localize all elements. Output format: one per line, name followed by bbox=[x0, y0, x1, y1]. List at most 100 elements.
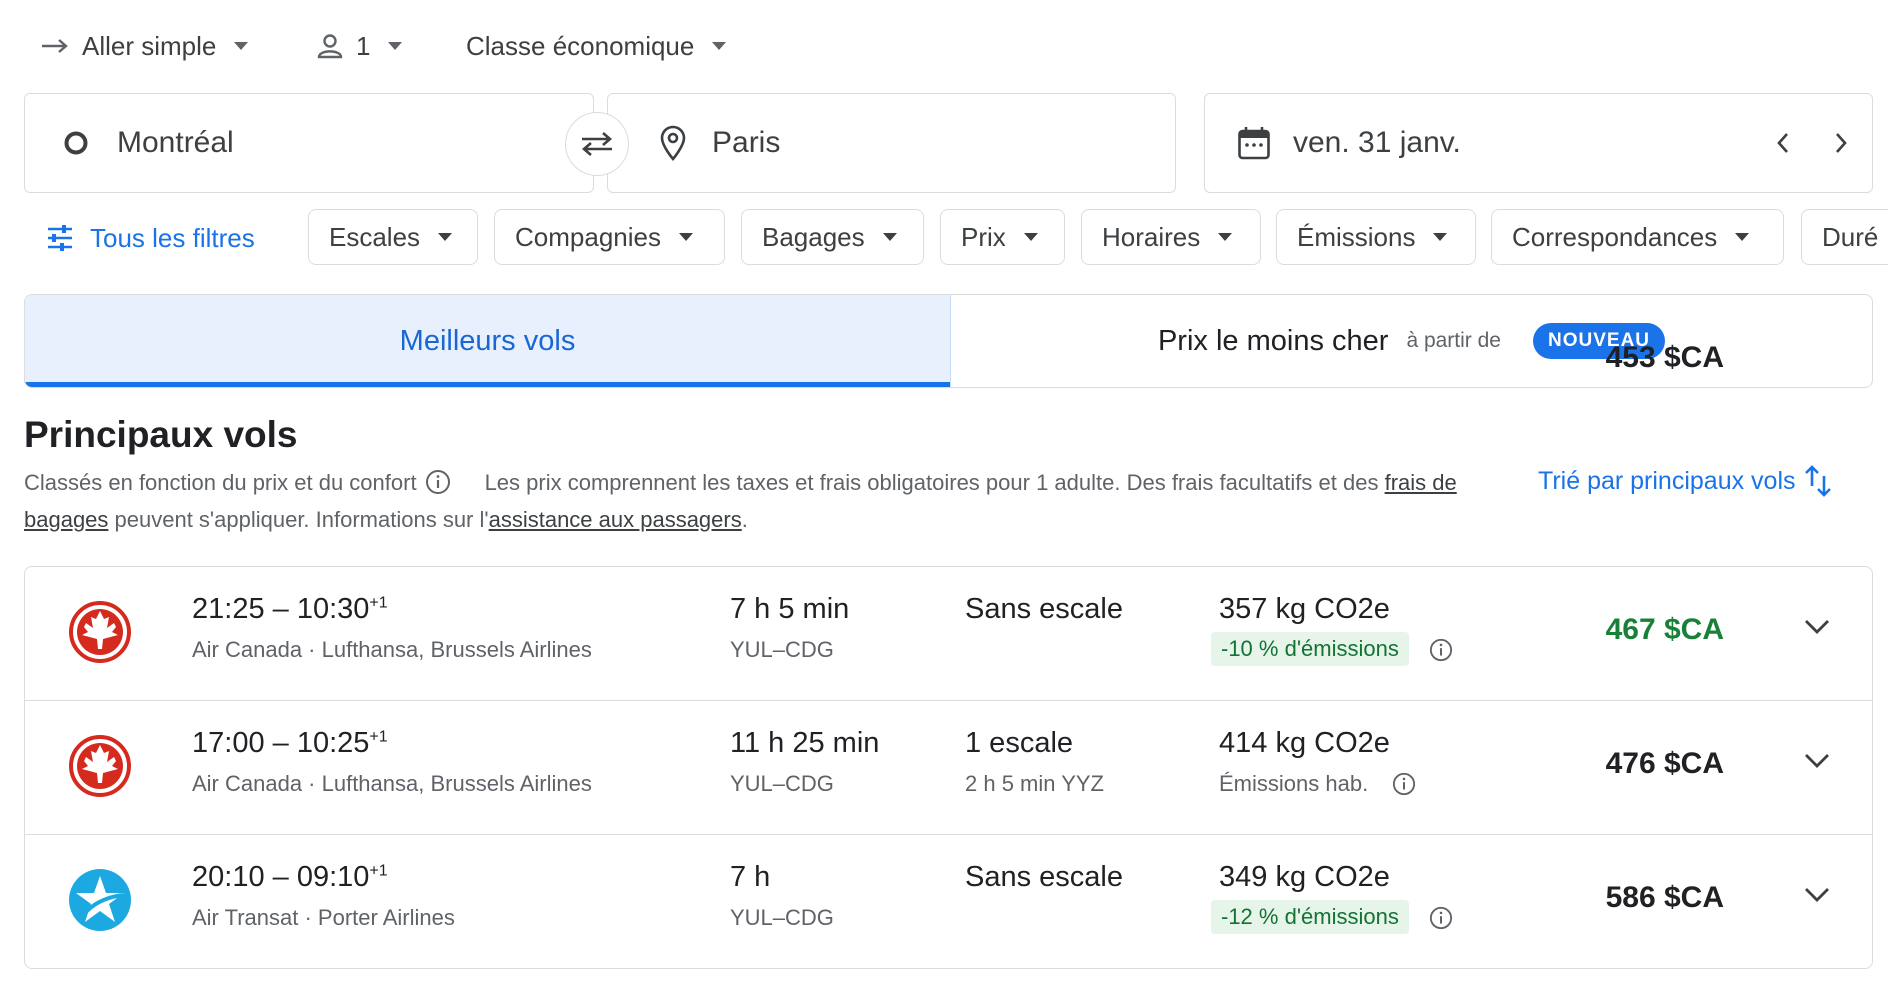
duration: 11 h 25 min bbox=[730, 727, 880, 759]
caret-down-icon bbox=[712, 42, 727, 50]
cabin-class-select[interactable]: Classe économique bbox=[466, 22, 727, 70]
info-icon bbox=[1429, 906, 1453, 930]
info-icon bbox=[425, 470, 450, 494]
price-note: . bbox=[741, 507, 748, 532]
departure-time: 21:25 bbox=[192, 593, 265, 625]
passengers-select[interactable]: 1 bbox=[316, 22, 403, 70]
chevron-down-icon bbox=[1805, 620, 1829, 634]
flight-times: 20:10 – 09:10+1 bbox=[192, 861, 388, 893]
emissions-info-button[interactable] bbox=[1429, 638, 1453, 662]
flight-times: 21:25 – 10:30+1 bbox=[192, 593, 388, 625]
day-offset: +1 bbox=[369, 728, 388, 746]
caret-down-icon bbox=[388, 42, 403, 50]
flight-results-list: 21:25 – 10:30+1 Air Canada · Lufthansa, … bbox=[24, 566, 1873, 969]
tab-best-flights[interactable]: Meilleurs vols bbox=[25, 295, 951, 387]
air-canada-logo-icon bbox=[67, 733, 133, 799]
price: 476 $CA bbox=[1605, 747, 1724, 780]
filter-chip-airlines[interactable]: Compagnies bbox=[494, 209, 725, 265]
filter-chip-emissions[interactable]: Émissions bbox=[1276, 209, 1476, 265]
emissions: 414 kg CO2e bbox=[1219, 727, 1390, 759]
flight-row[interactable]: 21:25 – 10:30+1 Air Canada · Lufthansa, … bbox=[25, 567, 1872, 701]
flight-row[interactable]: 20:10 – 09:10+1 Air Transat · Porter Air… bbox=[25, 835, 1872, 968]
ranking-info-button[interactable] bbox=[425, 469, 451, 495]
price-from-label: à partir de bbox=[1406, 329, 1501, 352]
location-pin-icon bbox=[658, 125, 688, 161]
chevron-left-icon bbox=[1777, 133, 1788, 153]
duration: 7 h bbox=[730, 861, 771, 893]
emissions-info-button[interactable] bbox=[1429, 906, 1453, 930]
filter-sliders-icon bbox=[46, 225, 74, 251]
filter-chip-duration[interactable]: Duré bbox=[1801, 209, 1888, 265]
sort-button[interactable]: Trié par principaux vols bbox=[1538, 464, 1832, 498]
tab-cheapest[interactable]: Prix le moins cher à partir de 453 $CA N… bbox=[951, 295, 1872, 387]
chip-label: Bagages bbox=[762, 221, 865, 252]
swap-locations-button[interactable] bbox=[565, 112, 629, 176]
departure-time: 20:10 bbox=[192, 861, 265, 893]
stop-detail: 2 h 5 min YYZ bbox=[965, 771, 1104, 796]
chevron-down-icon bbox=[1805, 888, 1829, 902]
sort-arrows-icon bbox=[1804, 465, 1831, 497]
flight-row[interactable]: 17:00 – 10:25+1 Air Canada · Lufthansa, … bbox=[25, 701, 1872, 835]
expand-details-button[interactable] bbox=[1804, 619, 1830, 635]
route: YUL–CDG bbox=[730, 905, 834, 930]
route: YUL–CDG bbox=[730, 637, 834, 662]
person-icon bbox=[316, 32, 344, 60]
previous-date-button[interactable] bbox=[1776, 132, 1790, 154]
origin-field[interactable]: Montréal bbox=[24, 93, 594, 193]
chip-label: Compagnies bbox=[515, 221, 661, 252]
date-field[interactable]: ven. 31 janv. bbox=[1204, 93, 1873, 193]
expand-details-button[interactable] bbox=[1804, 887, 1830, 903]
price: 586 $CA bbox=[1605, 881, 1724, 914]
trip-type-label: Aller simple bbox=[82, 30, 217, 61]
origin-value: Montréal bbox=[117, 126, 234, 159]
destination-field[interactable]: Paris bbox=[607, 93, 1176, 193]
all-filters-button[interactable]: Tous les filtres bbox=[46, 213, 255, 263]
stops: Sans escale bbox=[965, 861, 1123, 893]
next-date-button[interactable] bbox=[1834, 132, 1848, 154]
chip-label: Correspondances bbox=[1512, 221, 1718, 252]
arrival-time: 09:10 bbox=[296, 861, 370, 893]
caret-down-icon bbox=[234, 42, 249, 50]
emissions-info-button[interactable] bbox=[1392, 772, 1416, 796]
results-tabs: Meilleurs vols Prix le moins cher à part… bbox=[24, 294, 1873, 388]
caret-down-icon bbox=[438, 233, 453, 241]
chip-label: Prix bbox=[961, 221, 1006, 252]
price-note: Les prix comprennent les taxes et frais … bbox=[484, 470, 1385, 495]
tab-label: Prix le moins cher bbox=[1157, 324, 1389, 357]
filter-chip-bags[interactable]: Bagages bbox=[741, 209, 924, 265]
chevron-right-icon bbox=[1836, 133, 1847, 153]
expand-details-button[interactable] bbox=[1804, 753, 1830, 769]
filter-chip-price[interactable]: Prix bbox=[940, 209, 1065, 265]
trip-type-select[interactable]: Aller simple bbox=[40, 22, 249, 70]
swap-arrows-icon bbox=[579, 130, 615, 158]
passengers-count: 1 bbox=[356, 30, 371, 61]
filter-chip-connections[interactable]: Correspondances bbox=[1491, 209, 1784, 265]
chip-label: Duré bbox=[1822, 221, 1879, 252]
air-transat-logo-icon bbox=[67, 867, 133, 933]
cabin-class-label: Classe économique bbox=[466, 30, 695, 61]
emissions: 357 kg CO2e bbox=[1219, 593, 1390, 625]
caret-down-icon bbox=[882, 233, 897, 241]
departure-time: 17:00 bbox=[192, 727, 265, 759]
origin-circle-icon bbox=[63, 130, 89, 156]
date-value: ven. 31 janv. bbox=[1293, 126, 1461, 159]
price: 467 $CA bbox=[1605, 613, 1724, 646]
flight-times: 17:00 – 10:25+1 bbox=[192, 727, 388, 759]
arrival-time: 10:30 bbox=[296, 593, 370, 625]
caret-down-icon bbox=[1023, 233, 1038, 241]
filter-chip-stops[interactable]: Escales bbox=[308, 209, 478, 265]
destination-value: Paris bbox=[712, 126, 781, 159]
filter-chip-times[interactable]: Horaires bbox=[1081, 209, 1261, 265]
ranking-note: Classés en fonction du prix et du confor… bbox=[24, 470, 417, 495]
assistance-link[interactable]: assistance aux passagers bbox=[489, 507, 742, 532]
airlines: Air Canada · Lufthansa, Brussels Airline… bbox=[192, 637, 592, 662]
stops: 1 escale bbox=[965, 727, 1074, 759]
emissions-badge: -12 % d'émissions bbox=[1211, 900, 1409, 934]
day-offset: +1 bbox=[369, 594, 388, 612]
caret-down-icon bbox=[1433, 233, 1448, 241]
emissions: 349 kg CO2e bbox=[1219, 861, 1390, 893]
chevron-down-icon bbox=[1805, 754, 1829, 768]
airlines: Air Transat · Porter Airlines bbox=[192, 905, 455, 930]
emissions-note: Émissions hab. bbox=[1219, 771, 1369, 796]
air-canada-logo-icon bbox=[67, 599, 133, 665]
